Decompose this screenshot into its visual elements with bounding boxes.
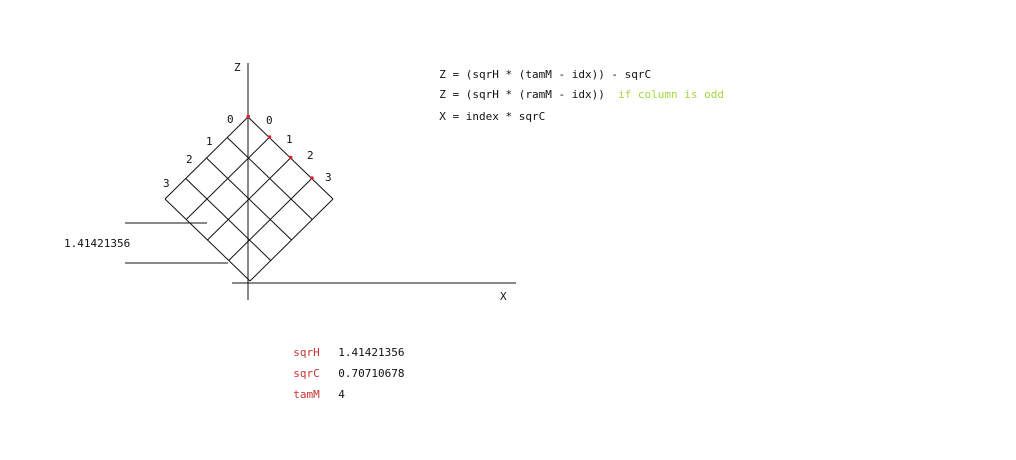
left-index-label: 0 [227,113,234,126]
cell-marker [246,114,251,119]
formula-line: X = index * sqrC [426,96,545,124]
variable-row: tamM 4 [280,374,345,402]
right-index-label: 3 [325,171,332,184]
formula-note: if column is odd [618,88,725,101]
cell-marker [310,176,314,180]
variable-value: 0.70710678 [338,367,405,380]
z-axis-label: Z [234,61,241,74]
cell-marker [288,155,293,160]
x-axis-label: X [500,290,507,303]
measure-label: 1.41421356 [64,237,130,250]
left-index-label: 3 [163,177,170,190]
variable-name: tamM [293,388,320,401]
left-index-label: 2 [186,153,193,166]
variable-value: 4 [338,388,345,401]
right-index-label: 1 [286,133,293,146]
right-index-labels: 0 1 2 3 [266,114,332,184]
left-index-label: 1 [206,135,213,148]
right-index-label: 0 [266,114,273,127]
cell-marker [267,135,272,139]
left-index-labels: 0 1 2 3 [163,113,234,190]
right-index-label: 2 [307,149,314,162]
formula-text: X = index * sqrC [439,110,546,123]
diamond-grid [164,116,334,282]
cell-markers [246,114,314,180]
